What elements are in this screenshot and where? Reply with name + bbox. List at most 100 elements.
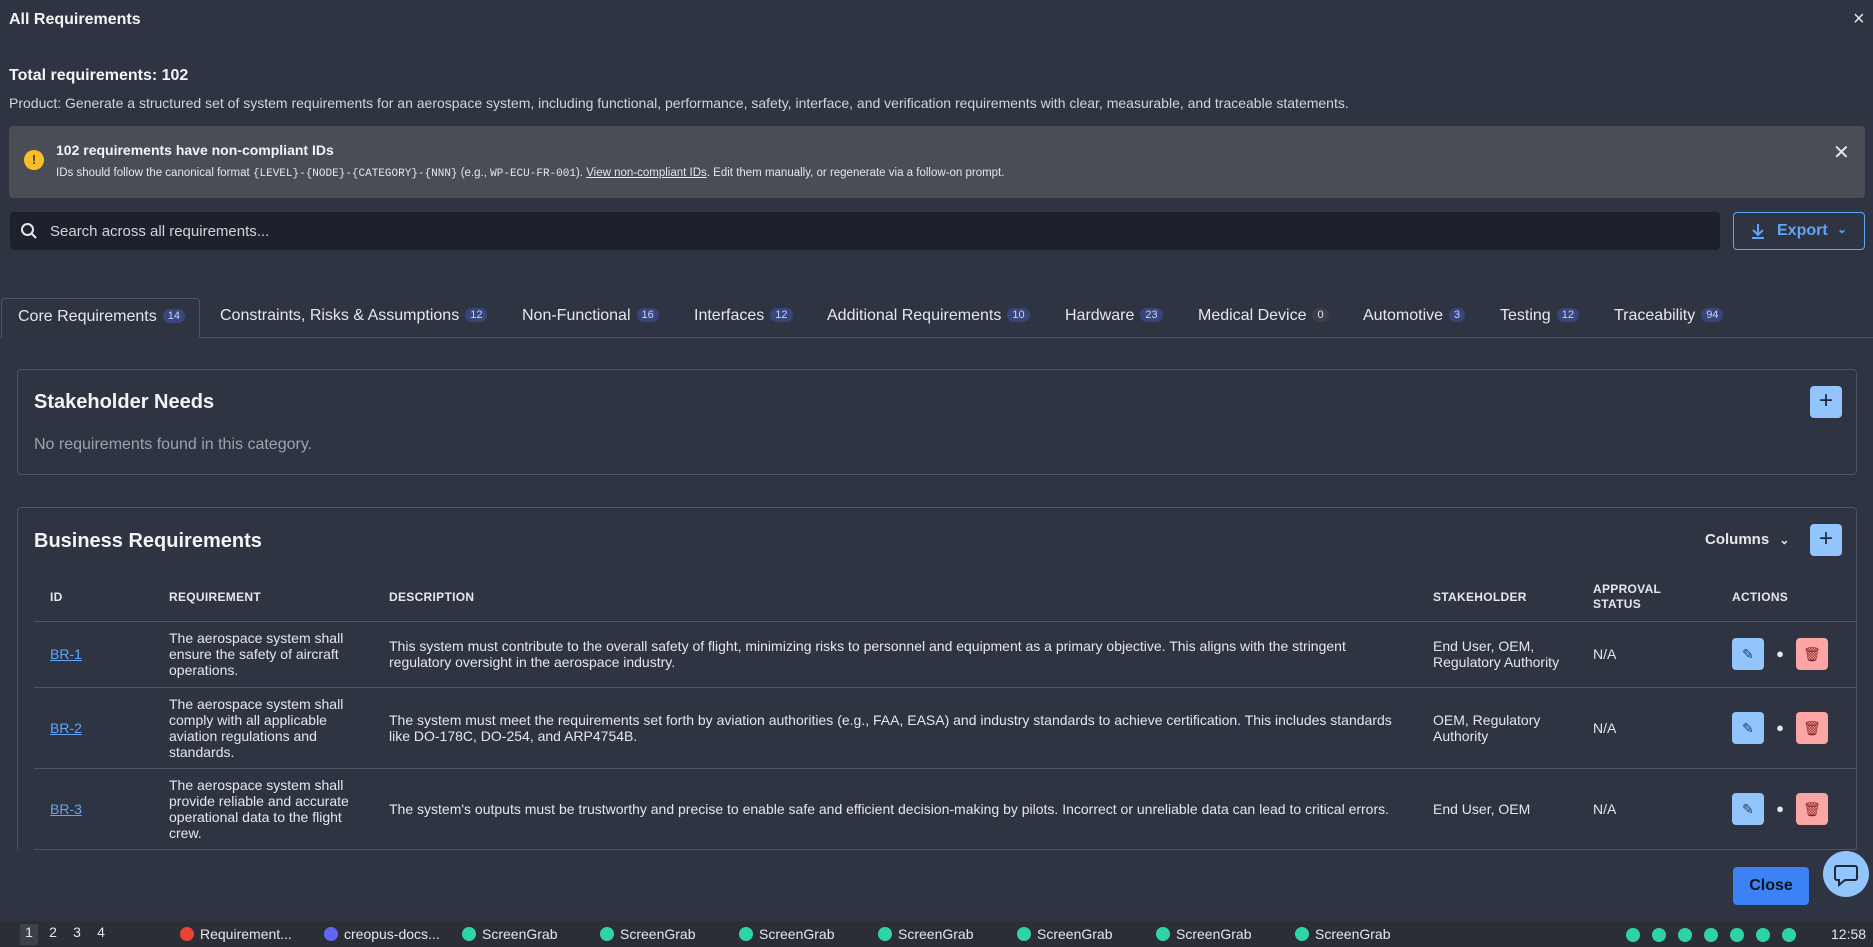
tab-testing[interactable]: Testing 12: [1500, 298, 1579, 338]
edit-icon[interactable]: ✎: [1732, 711, 1764, 744]
row-actions: ✎ ● 🗑: [1716, 768, 1856, 850]
tab-additional-requirements[interactable]: Additional Requirements 10: [827, 298, 1030, 338]
tray-icon[interactable]: [1756, 928, 1770, 942]
tray-icon[interactable]: [1782, 928, 1796, 942]
tray-icon[interactable]: [1652, 928, 1666, 942]
screengrab-icon: [600, 927, 614, 941]
requirement-stakeholder: End User, OEM, Regulatory Authority: [1417, 621, 1577, 688]
workspace-2[interactable]: 2: [44, 924, 62, 945]
requirement-id-link[interactable]: BR-1: [50, 646, 82, 662]
taskbar-app-screengrab[interactable]: ScreenGrab: [600, 926, 695, 942]
tab-medical-device[interactable]: Medical Device 0: [1198, 298, 1329, 338]
count-badge: 3: [1449, 308, 1466, 322]
requirement-description: This system must contribute to the overa…: [373, 621, 1417, 688]
count-badge: 10: [1007, 308, 1030, 322]
product-description: Product: Generate a structured set of sy…: [9, 95, 1349, 111]
tray-icon[interactable]: [1704, 928, 1718, 942]
taskbar-app-screengrab[interactable]: ScreenGrab: [462, 926, 557, 942]
table-row: BR-2 The aerospace system shall comply w…: [34, 687, 1856, 769]
app-icon: [324, 927, 338, 941]
comment-icon[interactable]: ●: [1768, 638, 1792, 670]
taskbar-app-screengrab[interactable]: ScreenGrab: [739, 926, 834, 942]
tray-icon[interactable]: [1678, 928, 1692, 942]
taskbar-app-label: ScreenGrab: [898, 926, 974, 942]
requirement-id-link[interactable]: BR-3: [50, 801, 82, 817]
id-example: WP-ECU-FR-001: [490, 168, 576, 180]
tab-interfaces[interactable]: Interfaces 12: [694, 298, 793, 338]
column-header-actions: ACTIONS: [1716, 573, 1856, 622]
taskbar-app-label: ScreenGrab: [482, 926, 558, 942]
screengrab-icon: [462, 927, 476, 941]
requirement-id-link[interactable]: BR-2: [50, 720, 82, 736]
tab-label: Constraints, Risks & Assumptions: [220, 307, 460, 324]
search-icon: [21, 223, 37, 239]
business-requirements-card: Business Requirements Columns ⌄ + ID REQ…: [17, 507, 1857, 851]
tray-icon[interactable]: [1626, 928, 1640, 942]
column-header-id[interactable]: ID: [34, 573, 153, 622]
column-header-description[interactable]: DESCRIPTION: [373, 573, 1417, 622]
column-header-approval-status[interactable]: APPROVAL STATUS: [1577, 573, 1716, 622]
taskbar-app-screengrab[interactable]: ScreenGrab: [1295, 926, 1390, 942]
warning-text: IDs should follow the canonical format {…: [56, 167, 1004, 180]
workspace-1[interactable]: 1: [20, 924, 38, 945]
close-icon[interactable]: ×: [1853, 8, 1873, 32]
edit-icon[interactable]: ✎: [1732, 792, 1764, 825]
workspace-3[interactable]: 3: [68, 924, 86, 945]
taskbar-app-label: creopus-docs...: [344, 926, 440, 942]
add-stakeholder-need-button[interactable]: +: [1810, 386, 1842, 418]
taskbar-app-screengrab[interactable]: ScreenGrab: [878, 926, 973, 942]
taskbar-app-screengrab[interactable]: ScreenGrab: [1017, 926, 1112, 942]
taskbar-app-screengrab[interactable]: ScreenGrab: [1156, 926, 1251, 942]
taskbar-app-label: Requirement...: [200, 926, 292, 942]
export-button[interactable]: Export ⌄: [1733, 212, 1865, 250]
clock: 12:58: [1831, 926, 1867, 942]
close-warning-icon[interactable]: ✕: [1833, 140, 1850, 165]
tab-label: Medical Device: [1198, 307, 1307, 324]
tab-core-requirements[interactable]: Core Requirements 14: [1, 298, 200, 338]
search-bar: [10, 212, 1720, 250]
screengrab-icon: [1156, 927, 1170, 941]
tab-non-functional[interactable]: Non-Functional 16: [522, 298, 659, 338]
table-header-row: ID REQUIREMENT DESCRIPTION STAKEHOLDER A…: [34, 573, 1856, 622]
taskbar-app-browser[interactable]: Requirement...: [180, 926, 292, 942]
total-requirements: Total requirements: 102: [9, 67, 189, 84]
download-icon: [1752, 224, 1764, 239]
view-non-compliant-link[interactable]: View non-compliant IDs: [586, 167, 707, 179]
tab-constraints-risks-assumptions[interactable]: Constraints, Risks & Assumptions 12: [220, 298, 488, 338]
chevron-down-icon: ⌄: [1837, 222, 1848, 236]
add-business-requirement-button[interactable]: +: [1810, 524, 1842, 556]
row-actions: ✎ ● 🗑: [1716, 621, 1856, 688]
comment-icon[interactable]: ●: [1768, 793, 1792, 825]
warning-icon: !: [24, 150, 44, 170]
tray-icon[interactable]: [1730, 928, 1744, 942]
trash-icon[interactable]: 🗑: [1796, 638, 1828, 670]
requirement-text: The aerospace system shall comply with a…: [153, 687, 373, 769]
column-header-requirement[interactable]: REQUIREMENT: [153, 573, 373, 622]
search-input[interactable]: [50, 212, 1710, 250]
chevron-down-icon: ⌄: [1779, 533, 1790, 547]
column-header-stakeholder[interactable]: STAKEHOLDER: [1417, 573, 1577, 622]
warning-text-suffix: . Edit them manually, or regenerate via …: [706, 167, 1005, 179]
tab-automotive[interactable]: Automotive 3: [1363, 298, 1466, 338]
trash-icon[interactable]: 🗑: [1796, 711, 1828, 744]
tab-hardware[interactable]: Hardware 23: [1065, 298, 1163, 338]
tab-traceability[interactable]: Traceability 94: [1614, 298, 1724, 338]
count-badge: 12: [770, 308, 793, 322]
screengrab-icon: [878, 927, 892, 941]
edit-icon[interactable]: ✎: [1732, 638, 1764, 670]
taskbar-app-docs[interactable]: creopus-docs...: [324, 926, 440, 942]
table-row: BR-3 The aerospace system shall provide …: [34, 768, 1856, 850]
chat-button[interactable]: [1823, 851, 1869, 897]
workspace-4[interactable]: 4: [92, 924, 110, 945]
taskbar-app-label: ScreenGrab: [759, 926, 835, 942]
tab-label: Traceability: [1614, 307, 1696, 324]
comment-icon[interactable]: ●: [1768, 712, 1792, 744]
trash-icon[interactable]: 🗑: [1796, 792, 1828, 825]
close-button[interactable]: Close: [1733, 867, 1809, 905]
count-badge: 23: [1140, 308, 1163, 322]
tab-label: Non-Functional: [522, 307, 631, 324]
requirement-text: The aerospace system shall provide relia…: [153, 768, 373, 850]
tab-label: Testing: [1500, 307, 1551, 324]
columns-dropdown[interactable]: Columns ⌄: [1705, 531, 1789, 548]
stakeholder-needs-card: Stakeholder Needs + No requirements foun…: [17, 369, 1857, 475]
